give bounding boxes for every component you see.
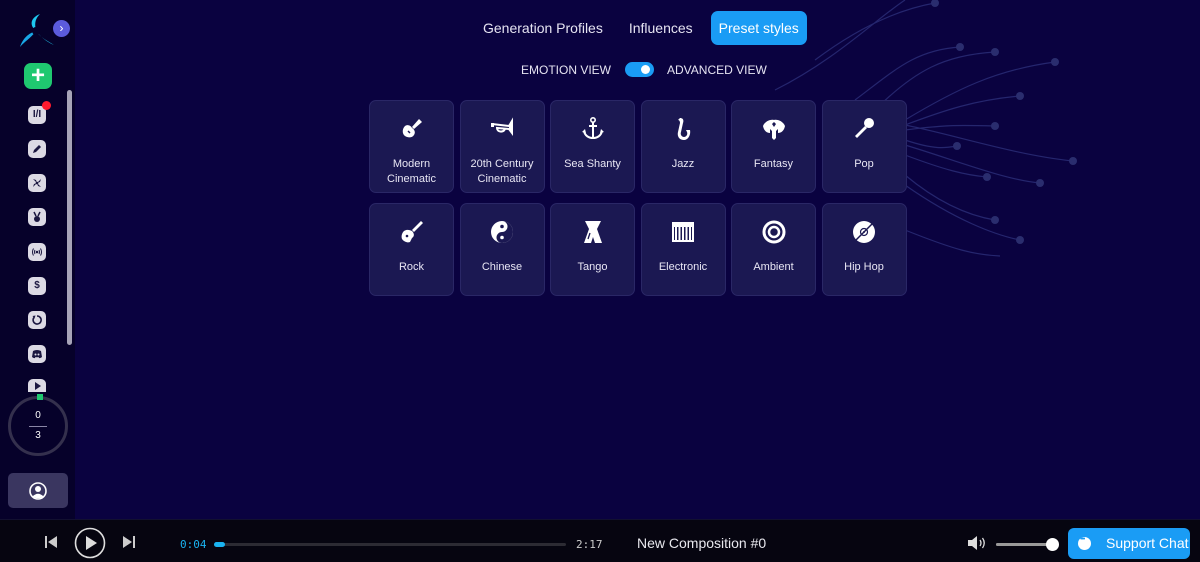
volume-slider[interactable]: [996, 538, 1059, 551]
credits-total: 3: [35, 430, 41, 441]
sidebar-item-discord[interactable]: [28, 345, 46, 363]
notification-badge: [42, 101, 51, 110]
pencil-icon: [33, 145, 41, 153]
advanced-view-label[interactable]: ADVANCED VIEW: [667, 63, 767, 77]
preset-card-hip-hop[interactable]: Hip Hop: [821, 203, 907, 296]
preset-label: Electronic: [658, 261, 708, 273]
view-switch[interactable]: [625, 62, 654, 77]
sidebar-scrollbar[interactable]: [67, 90, 72, 345]
tab-influences[interactable]: Influences: [621, 11, 701, 45]
expand-sidebar-button[interactable]: ›: [53, 20, 70, 37]
sidebar-item-history[interactable]: [28, 311, 46, 329]
sidebar-item-edit[interactable]: [28, 140, 46, 158]
medal-icon: [33, 211, 41, 222]
current-time: 0:04: [180, 538, 207, 551]
preset-card-20th-century-cinematic[interactable]: 20th Century Cinematic: [459, 100, 545, 193]
vinyl-record-icon: [853, 221, 875, 243]
preset-grid: Modern Cinematic 20th Century Cinematic …: [369, 100, 907, 296]
preset-label: Fantasy: [753, 158, 794, 170]
sidebar-item-lyrics[interactable]: I/I: [28, 101, 51, 124]
dollar-icon: $: [34, 280, 40, 291]
dragon-icon: [762, 119, 785, 140]
history-icon: [32, 315, 42, 325]
preset-label: Tango: [577, 261, 608, 273]
support-chat-button[interactable]: Support Chat: [1068, 528, 1190, 559]
yin-yang-icon: [491, 221, 513, 243]
preset-card-sea-shanty[interactable]: Sea Shanty: [550, 100, 635, 193]
main-content: Generation Profiles Influences Preset st…: [75, 0, 1200, 519]
ambient-circle-icon: [762, 220, 785, 244]
composition-title: New Composition #0: [637, 535, 767, 551]
preset-card-jazz[interactable]: Jazz: [640, 100, 726, 193]
preset-label: Ambient: [753, 261, 794, 273]
switch-knob: [641, 65, 650, 74]
preset-label: Modern Cinematic: [387, 158, 436, 185]
lyrics-icon: I/I: [32, 109, 42, 120]
preset-card-rock[interactable]: Rock: [369, 203, 454, 296]
user-profile-button[interactable]: [8, 473, 68, 508]
emotion-view-label[interactable]: EMOTION VIEW: [521, 63, 611, 77]
violin-icon: [402, 119, 422, 138]
preset-label: 20th Century Cinematic: [470, 158, 534, 185]
preset-card-electronic[interactable]: Electronic: [640, 203, 726, 296]
bugle-icon: [491, 117, 513, 136]
sidebar-item-pricing[interactable]: $: [28, 277, 46, 295]
play-button[interactable]: [74, 527, 106, 559]
credits-indicator-dot: [37, 394, 43, 400]
player-bar: 0:04 2:17 New Composition #0 Support Cha…: [0, 519, 1200, 562]
volume-icon[interactable]: [967, 536, 987, 550]
play-icon: [35, 382, 41, 390]
anchor-icon: [581, 116, 604, 140]
user-avatar-icon: [29, 482, 47, 500]
preset-label: Chinese: [481, 261, 523, 273]
sidebar-item-fan[interactable]: [28, 174, 46, 192]
total-time: 2:17: [576, 538, 603, 551]
previous-track-button[interactable]: [44, 535, 58, 549]
app-window: › + I/I $ 0 3 Generation Profiles Influe…: [0, 0, 1200, 562]
broadcast-icon: [32, 248, 42, 256]
credits-used: 0: [35, 410, 41, 421]
preset-card-ambient[interactable]: Ambient: [731, 203, 816, 296]
sidebar: › + I/I $ 0 3: [0, 0, 75, 519]
preset-label: Rock: [398, 261, 425, 273]
tango-dancers-icon: [583, 221, 602, 243]
preset-card-fantasy[interactable]: Fantasy: [731, 100, 816, 193]
preset-label: Hip Hop: [844, 261, 884, 273]
volume-fill: [996, 543, 1052, 546]
preset-label: Jazz: [671, 158, 695, 170]
volume-knob[interactable]: [1046, 538, 1059, 551]
sidebar-item-broadcast[interactable]: [28, 243, 46, 261]
credits-divider: [29, 426, 47, 427]
saxophone-icon: [677, 118, 691, 140]
preset-card-pop[interactable]: Pop: [821, 100, 907, 193]
keyboard-icon: [672, 222, 694, 242]
next-track-button[interactable]: [122, 535, 136, 549]
sidebar-item-tutorial[interactable]: [28, 379, 46, 392]
credits-counter: 0 3: [8, 394, 68, 456]
fan-icon: [33, 179, 41, 187]
microphone-icon: [855, 118, 874, 138]
guitar-icon: [401, 221, 423, 243]
sidebar-item-achievements[interactable]: [28, 208, 46, 226]
tab-preset-styles[interactable]: Preset styles: [710, 11, 807, 45]
discord-icon: [32, 350, 42, 359]
preset-card-chinese[interactable]: Chinese: [459, 203, 545, 296]
preset-label: Pop: [854, 158, 874, 170]
chat-bubble-icon: [1078, 536, 1091, 550]
preset-card-tango[interactable]: Tango: [550, 203, 635, 296]
progress-slider[interactable]: [214, 542, 566, 547]
tab-generation-profiles[interactable]: Generation Profiles: [475, 11, 611, 45]
preset-card-modern-cinematic[interactable]: Modern Cinematic: [369, 100, 454, 193]
support-chat-label: Support Chat: [1106, 535, 1189, 551]
app-logo: [20, 14, 54, 47]
view-toggle: EMOTION VIEW ADVANCED VIEW: [521, 62, 767, 77]
progress-fill: [214, 542, 225, 547]
tab-bar: Generation Profiles Influences Preset st…: [475, 11, 807, 45]
chevron-right-icon: ›: [59, 21, 64, 35]
preset-label: Sea Shanty: [564, 158, 621, 170]
add-composition-button[interactable]: +: [24, 63, 52, 89]
